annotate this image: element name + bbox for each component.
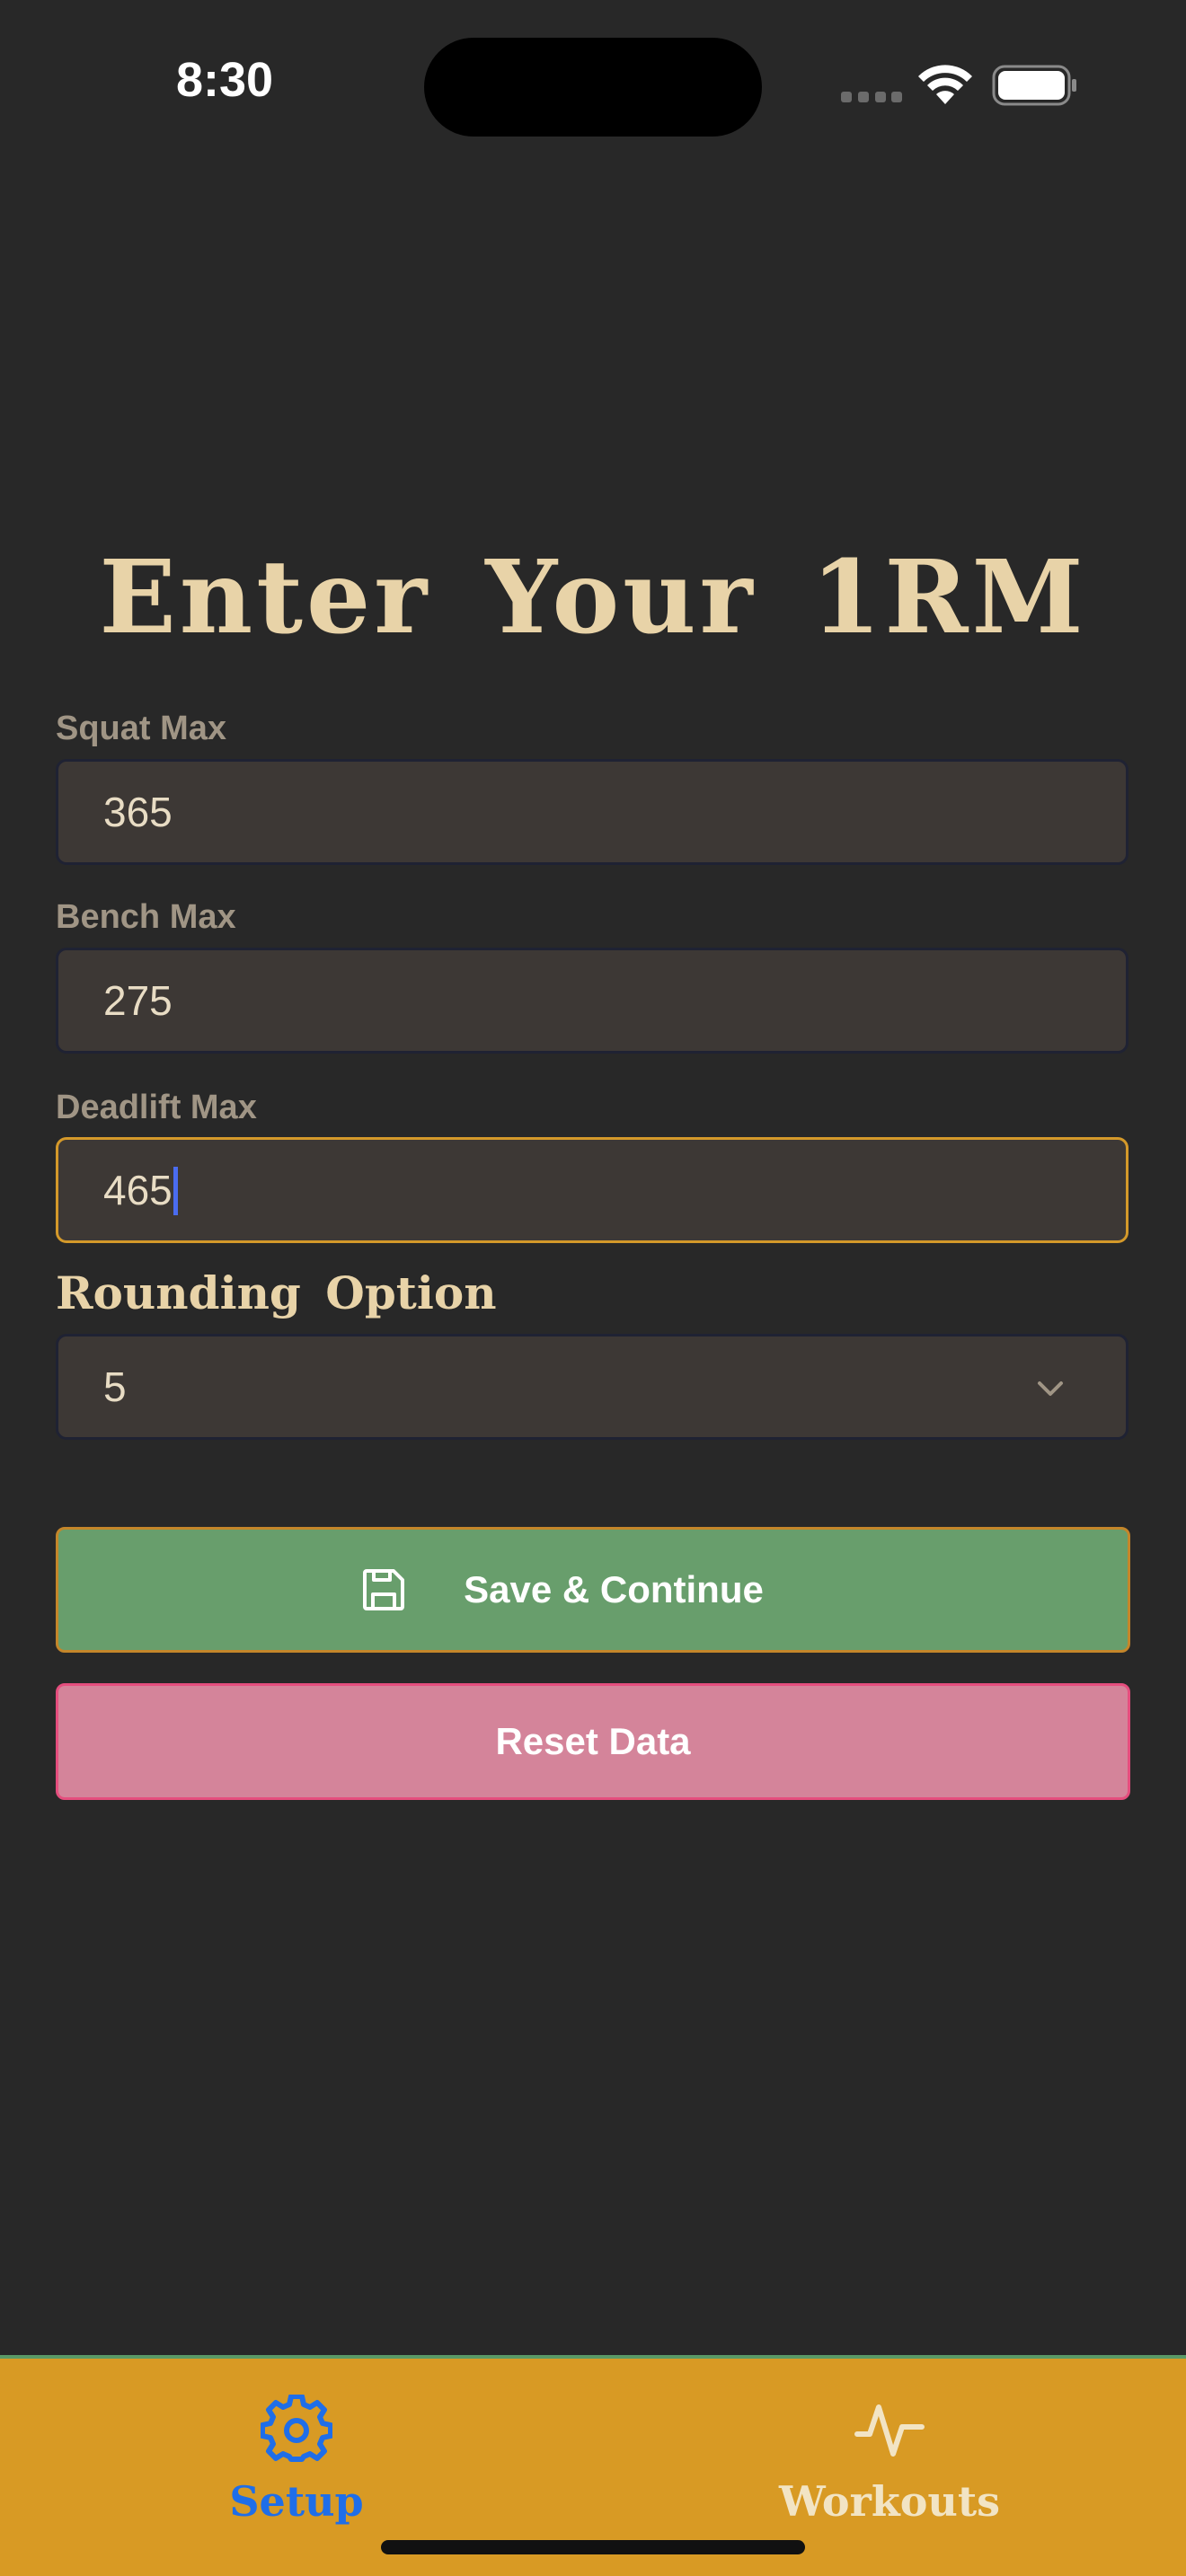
wifi-icon	[918, 65, 972, 104]
deadlift-max-label: Deadlift Max	[56, 1089, 257, 1126]
text-caret	[173, 1166, 178, 1215]
activity-icon	[854, 2404, 925, 2457]
save-continue-button[interactable]: Save & Continue	[56, 1527, 1130, 1653]
rounding-option-heading: Rounding Option	[56, 1266, 497, 1319]
save-icon	[363, 1569, 405, 1610]
gear-icon	[261, 2395, 332, 2462]
tab-setup-label: Setup	[229, 2477, 364, 2526]
bench-max-value: 275	[103, 977, 173, 1024]
reset-data-label: Reset Data	[495, 1720, 691, 1762]
bench-max-input[interactable]: 275	[56, 948, 1128, 1054]
rounding-option-select[interactable]: 5	[56, 1334, 1128, 1440]
deadlift-max-input[interactable]: 465	[56, 1137, 1128, 1243]
squat-max-input[interactable]: 365	[56, 759, 1128, 865]
chevron-down-icon	[1038, 1381, 1063, 1396]
save-continue-label: Save & Continue	[464, 1568, 764, 1610]
deadlift-max-value: 465	[103, 1140, 178, 1240]
setup-screen: 8:30 Enter Your 1RM Squat Max 365 Bench …	[0, 0, 1186, 2576]
deadlift-max-text: 465	[103, 1167, 173, 1213]
squat-max-label: Squat Max	[56, 710, 227, 747]
cellular-signal-icon	[841, 92, 902, 102]
reset-data-button[interactable]: Reset Data	[56, 1683, 1130, 1800]
bench-max-label: Bench Max	[56, 898, 236, 936]
battery-icon	[992, 65, 1076, 106]
squat-max-value: 365	[103, 789, 173, 835]
dynamic-island	[424, 38, 762, 137]
status-time: 8:30	[175, 53, 274, 107]
rounding-option-value: 5	[103, 1363, 127, 1410]
page-title: Enter Your 1RM	[99, 539, 1087, 657]
tab-workouts-label: Workouts	[779, 2477, 1000, 2526]
home-indicator	[381, 2540, 805, 2554]
